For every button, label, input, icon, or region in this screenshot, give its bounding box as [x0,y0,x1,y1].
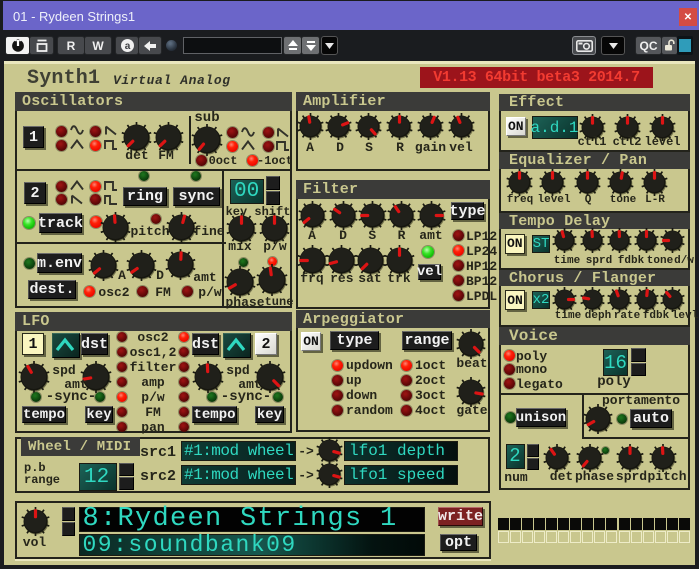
svg-text:a: a [124,41,130,52]
